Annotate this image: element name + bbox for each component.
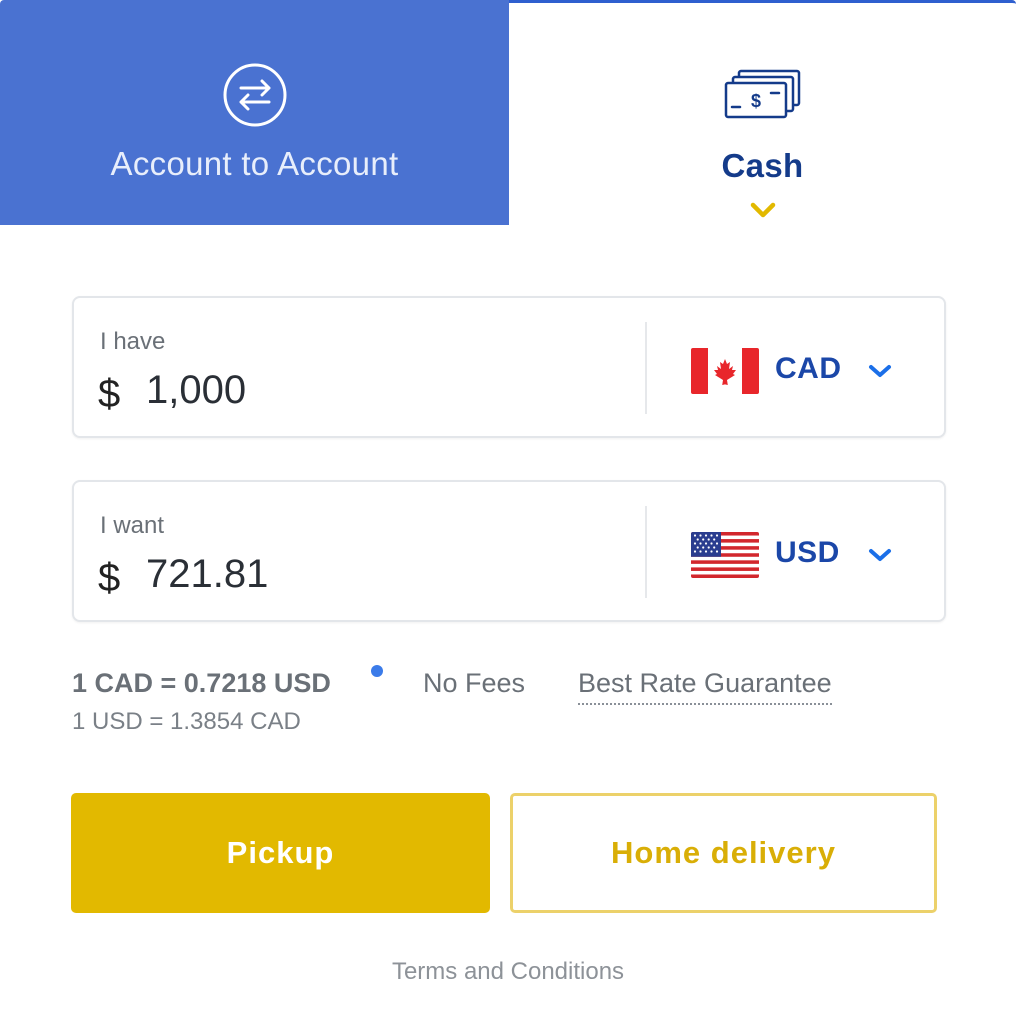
transfer-type-tabs: Account to Account $ Cash <box>0 0 1016 225</box>
want-currency-select[interactable]: USD <box>691 530 911 578</box>
have-amount-input[interactable] <box>146 368 626 413</box>
no-fees-label: No Fees <box>423 668 526 698</box>
tab-cash-label: Cash <box>721 147 804 184</box>
want-label: I want <box>100 512 165 539</box>
cash-bills-icon: $ <box>723 69 803 126</box>
tab-account-to-account[interactable]: Account to Account <box>0 0 509 225</box>
divider <box>645 506 647 598</box>
chevron-down-icon <box>867 362 893 385</box>
have-currency-symbol: $ <box>98 372 121 416</box>
tab-cash[interactable]: $ Cash <box>509 0 1016 225</box>
pickup-button[interactable]: Pickup <box>71 793 490 913</box>
chevron-down-icon <box>750 201 776 224</box>
canada-flag-icon <box>691 348 759 394</box>
divider <box>645 322 647 414</box>
money-transfer-widget: Account to Account $ Cash I have $ 1,000… <box>0 0 1016 1026</box>
have-amount-card: I have $ CAD <box>72 296 946 438</box>
want-currency-symbol: $ <box>98 556 121 600</box>
best-rate-guarantee-link[interactable]: Best Rate Guarantee <box>578 668 832 705</box>
chevron-down-icon <box>867 546 893 569</box>
exchange-rate: 1 CAD = 0.7218 USD <box>72 668 331 698</box>
svg-text:$: $ <box>750 91 760 111</box>
have-currency-select[interactable]: CAD <box>691 346 911 394</box>
have-label: I have <box>100 328 166 355</box>
want-amount-input[interactable] <box>146 552 626 597</box>
swap-arrows-icon <box>222 62 288 133</box>
want-amount-card: I want $ 721.81 USD <box>72 480 946 622</box>
inverse-exchange-rate: 1 USD = 1.3854 CAD <box>72 708 301 735</box>
want-currency-code: USD <box>775 536 840 569</box>
have-currency-code: CAD <box>775 352 842 385</box>
rate-info-dot-icon[interactable] <box>371 665 383 677</box>
tab-account-to-account-label: Account to Account <box>110 145 399 182</box>
usa-flag-icon <box>691 532 759 578</box>
terms-and-conditions-link[interactable]: Terms and Conditions <box>0 958 1016 986</box>
home-delivery-button[interactable]: Home delivery <box>510 793 937 913</box>
